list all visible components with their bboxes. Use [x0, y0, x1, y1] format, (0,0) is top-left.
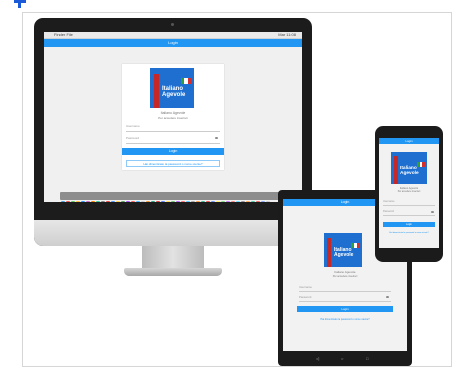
phone-login-subtitle-sub: Per accedere inserisci — [397, 191, 421, 193]
logo-text-2: Agevole — [162, 92, 186, 99]
tablet-app-logo: Italiano Agevole — [324, 233, 362, 267]
password-placeholder: Password — [126, 136, 140, 140]
dock-app-icon[interactable] — [186, 201, 190, 202]
dock-app-icon[interactable] — [201, 201, 205, 202]
dock-app-icon[interactable] — [96, 201, 100, 202]
dock-app-icon[interactable] — [126, 201, 130, 202]
login-button[interactable]: Login — [122, 148, 224, 155]
dock-app-icon[interactable] — [196, 201, 200, 202]
dock-app-icon[interactable] — [91, 201, 95, 202]
tablet-username-field[interactable]: Username — [299, 285, 391, 292]
dock-app-icon[interactable] — [266, 201, 270, 202]
dock-app-icon[interactable] — [191, 201, 195, 202]
tablet-password-field[interactable]: Password — [299, 295, 391, 302]
desktop-login-card: Italiano Agevole Italiano Agevole Per ac… — [122, 64, 224, 170]
dock-app-icon[interactable] — [136, 201, 140, 202]
phone-password-field[interactable]: Password — [383, 210, 435, 216]
dock-app-icon[interactable] — [106, 201, 110, 202]
phone-app-bar: Login — [379, 138, 439, 144]
mac-menu-left[interactable]: Finder File — [54, 32, 73, 38]
dock-app-icon[interactable] — [116, 201, 120, 202]
dock-app-icon[interactable] — [86, 201, 90, 202]
dock-app-icon[interactable] — [66, 201, 70, 202]
phone-app-logo: Italiano Agevole — [391, 152, 427, 184]
camera-icon — [171, 23, 174, 26]
login-subtitle: Italiano Agevole — [160, 111, 186, 115]
dock-app-icon[interactable] — [141, 201, 145, 202]
app-logo: Italiano Agevole — [150, 68, 194, 108]
corner-mark — [14, 0, 26, 8]
dock-app-icon[interactable] — [176, 201, 180, 202]
dock-app-icon[interactable] — [71, 201, 75, 202]
tablet-login-button[interactable]: Login — [297, 306, 393, 312]
dock-app-icon[interactable] — [166, 201, 170, 202]
tablet-password-placeholder: Password — [299, 295, 312, 299]
dock-app-icon[interactable] — [146, 201, 150, 202]
dock-app-icon[interactable] — [241, 201, 245, 202]
dock-app-icon[interactable] — [261, 201, 265, 202]
login-subtitle-sub: Per accedere inserisci — [158, 116, 188, 120]
tablet-login-subtitle-sub: Per accedere inserisci — [332, 275, 358, 278]
mac-menu-clock: Mar 11:08 — [278, 32, 296, 37]
desktop-app-bar: Login — [44, 39, 302, 47]
phone-screen: Login Italiano Agevole Italiano Agevole … — [379, 138, 439, 248]
phone-login-button[interactable]: Login — [383, 222, 435, 227]
forgot-password-link[interactable]: Hai dimenticato la password o nome utent… — [126, 160, 220, 167]
home-icon[interactable]: ○ — [341, 356, 343, 361]
app-bar-title: Login — [168, 40, 178, 45]
dock-app-icon[interactable] — [256, 201, 260, 202]
dock-app-icon[interactable] — [101, 201, 105, 202]
username-field[interactable]: Username — [126, 124, 220, 132]
phone-logo-text-2: Agevole — [400, 171, 419, 177]
dock-app-icon[interactable] — [61, 201, 65, 202]
phone-username-field[interactable]: Username — [383, 200, 435, 206]
dock-app-icon[interactable] — [111, 201, 115, 202]
dock-app-icon[interactable] — [206, 201, 210, 202]
dock-app-icon[interactable] — [131, 201, 135, 202]
dock-app-icon[interactable] — [221, 201, 225, 202]
phone-password-placeholder: Password — [383, 210, 394, 213]
desktop-screen: Finder File Mar 11:08 Login Italiano Age… — [44, 32, 302, 202]
mac-dock — [60, 192, 286, 202]
dock-app-icon[interactable] — [156, 201, 160, 202]
dock-app-icon[interactable] — [236, 201, 240, 202]
imac-chin — [34, 220, 312, 246]
tablet-login-subtitle: Italiano Agevole — [334, 270, 356, 274]
dock-app-icon[interactable] — [251, 201, 255, 202]
tablet-logo-text-2: Agevole — [334, 252, 354, 259]
eye-icon[interactable] — [215, 137, 218, 139]
back-icon[interactable]: ◁ — [316, 356, 319, 361]
dock-app-icon[interactable] — [171, 201, 175, 202]
dock-app-icon[interactable] — [161, 201, 165, 202]
phone-login-subtitle: Italiano Agevole — [399, 187, 419, 190]
mac-menu-bar: Finder File Mar 11:08 — [44, 32, 302, 39]
dock-app-icon[interactable] — [216, 201, 220, 202]
dock-app-icon[interactable] — [231, 201, 235, 202]
phone-app-bar-title: Login — [405, 139, 413, 143]
dock-app-icon[interactable] — [151, 201, 155, 202]
tablet-app-bar-title: Login — [340, 200, 350, 204]
eye-icon[interactable] — [386, 296, 389, 298]
tablet-forgot-password-link[interactable]: Hai dimenticato la password o nome utent… — [297, 317, 393, 323]
dock-app-icon[interactable] — [181, 201, 185, 202]
phone-forgot-password-link[interactable]: Hai dimenticato la password o nome utent… — [381, 231, 437, 236]
imac-stand-base — [124, 268, 222, 276]
dock-app-icon[interactable] — [81, 201, 85, 202]
dock-app-icon[interactable] — [121, 201, 125, 202]
dock-app-icon[interactable] — [211, 201, 215, 202]
imac-stand-neck — [142, 246, 204, 270]
password-field[interactable]: Password — [126, 136, 220, 144]
dock-app-icon[interactable] — [76, 201, 80, 202]
eye-icon[interactable] — [431, 211, 434, 213]
dock-app-icon[interactable] — [226, 201, 230, 202]
recents-icon[interactable]: □ — [366, 356, 368, 361]
dock-app-icon[interactable] — [246, 201, 250, 202]
